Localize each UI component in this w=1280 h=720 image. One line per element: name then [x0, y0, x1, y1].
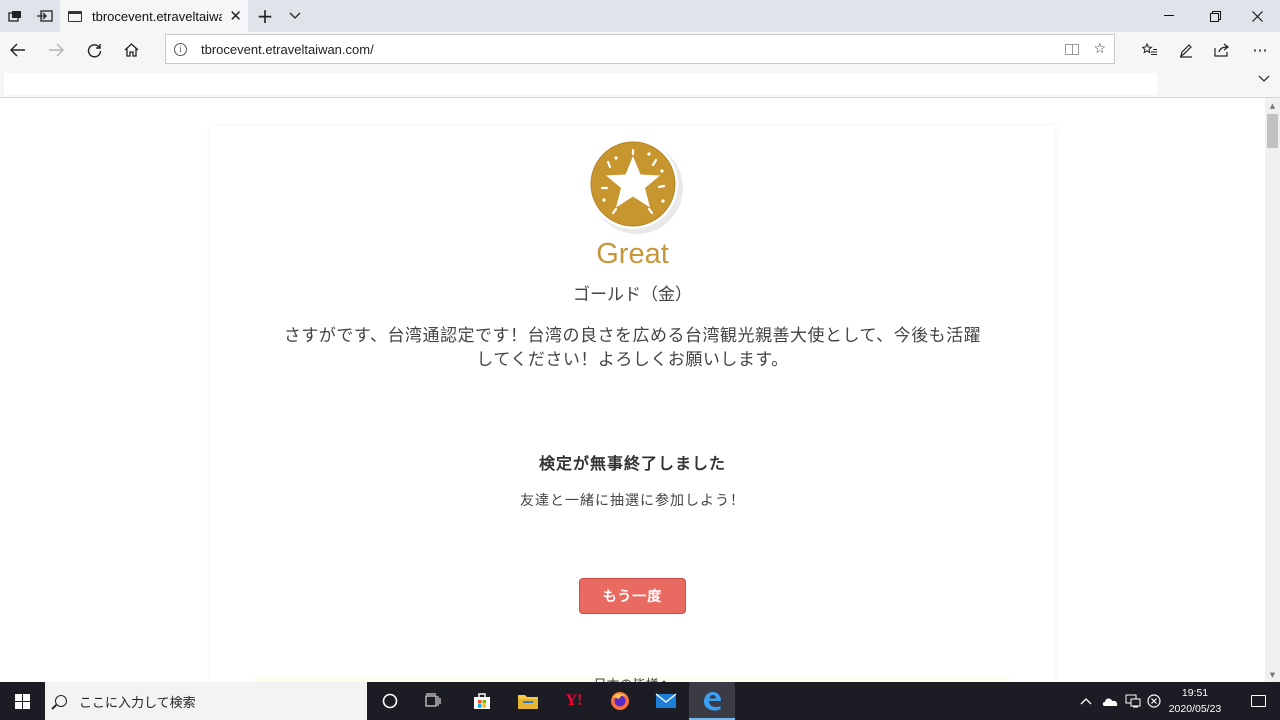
address-bar[interactable]: i tbrocevent.etraveltaiwan.com/ ☆: [165, 34, 1115, 64]
taskbar-search[interactable]: ここに入力して検索: [45, 682, 367, 720]
set-aside-tabs-icon[interactable]: [30, 0, 60, 32]
reading-view-icon[interactable]: [1065, 43, 1080, 55]
info-panel-heading: 日本の皆様へ: [210, 674, 1055, 682]
retry-button[interactable]: もう一度: [579, 578, 686, 614]
tab-active[interactable]: tbrocevent.etraveltaiwan.com ✕: [60, 0, 248, 32]
firefox-icon[interactable]: [597, 682, 643, 720]
cortana-icon[interactable]: [367, 682, 413, 720]
page-icon: [68, 10, 82, 22]
tab-strip: tbrocevent.etraveltaiwan.com ✕ +: [0, 0, 1280, 32]
edge-browser-icon[interactable]: [689, 682, 735, 720]
taskbar: ここに入力して検索 Y! 19:51 2020/05/23: [0, 682, 1280, 720]
site-info-icon[interactable]: i: [174, 42, 187, 56]
action-center-icon[interactable]: [1236, 682, 1280, 720]
pen-icon[interactable]: [1168, 32, 1204, 68]
more-icon[interactable]: ···: [1242, 32, 1278, 68]
message-line: さすがです、台湾通認定です！台湾の良さを広める台湾観光親善大使として、今後も活躍: [283, 326, 982, 346]
store-icon[interactable]: [459, 682, 505, 720]
clock-date: 2020/05/23: [1168, 703, 1222, 715]
system-clock[interactable]: 19:51 2020/05/23: [1160, 685, 1230, 717]
tab-title: tbrocevent.etraveltaiwan.com: [92, 8, 222, 24]
gold-medal-icon: [588, 139, 683, 234]
yahoo-icon[interactable]: Y!: [551, 682, 597, 720]
result-message: さすがです、台湾通認定です！台湾の良さを広める台湾観光親善大使として、今後も活躍…: [250, 324, 1015, 372]
task-view-icon[interactable]: [411, 682, 457, 720]
close-tab-icon[interactable]: ✕: [229, 0, 242, 32]
favorites-area: [4, 73, 1157, 95]
network-icon[interactable]: [1125, 682, 1141, 720]
favorite-star-icon[interactable]: ☆: [1093, 41, 1106, 57]
windows-logo-icon: [15, 693, 30, 709]
forward-icon[interactable]: [38, 32, 74, 68]
scrollbar-thumb[interactable]: [1267, 114, 1278, 148]
tab-actions-icon[interactable]: [0, 0, 30, 32]
vertical-scrollbar[interactable]: ▲ ▼: [1265, 98, 1280, 682]
back-icon[interactable]: [0, 32, 36, 68]
tray-chevron-up-icon[interactable]: [1080, 682, 1092, 720]
volume-muted-icon[interactable]: [1147, 682, 1161, 720]
clock-time: 19:51: [1181, 687, 1209, 699]
page-viewport: Great ゴールド（金） さすがです、台湾通認定です！台湾の良さを広める台湾観…: [0, 98, 1265, 682]
onedrive-cloud-icon[interactable]: [1101, 682, 1119, 720]
restore-icon[interactable]: [1192, 0, 1238, 32]
new-tab-icon[interactable]: +: [250, 0, 280, 32]
navigation-bar: i tbrocevent.etraveltaiwan.com/ ☆ ···: [0, 32, 1280, 68]
search-icon: [55, 695, 67, 707]
url-text: tbrocevent.etraveltaiwan.com/: [201, 41, 374, 57]
search-placeholder: ここに入力して検索: [79, 695, 196, 711]
favorites-icon[interactable]: [1132, 32, 1168, 68]
scroll-down-icon[interactable]: ▼: [1265, 667, 1280, 682]
home-icon[interactable]: [113, 32, 149, 68]
chevron-down-icon[interactable]: [280, 0, 310, 32]
scroll-up-icon[interactable]: ▲: [1265, 98, 1280, 113]
rank-title: Great: [596, 238, 669, 270]
rank-subtitle: ゴールド（金）: [573, 285, 692, 305]
completion-title: 検定が無事終了しました: [538, 454, 726, 473]
result-card: Great ゴールド（金） さすがです、台湾通認定です！台湾の良さを広める台湾観…: [210, 126, 1055, 682]
file-explorer-icon[interactable]: [505, 682, 551, 720]
completion-subtitle: 友達と一緒に抽選に参加しよう！: [520, 493, 745, 509]
refresh-icon[interactable]: [76, 32, 112, 68]
mail-icon[interactable]: [643, 682, 689, 720]
close-window-icon[interactable]: [1234, 0, 1280, 32]
start-button[interactable]: [0, 682, 45, 720]
message-line: してください！よろしくお願いします。: [476, 350, 789, 370]
favorites-bar: [0, 68, 1280, 98]
share-icon[interactable]: [1204, 32, 1240, 68]
minimize-icon[interactable]: [1146, 0, 1192, 32]
chevron-down-icon[interactable]: [1258, 72, 1270, 86]
